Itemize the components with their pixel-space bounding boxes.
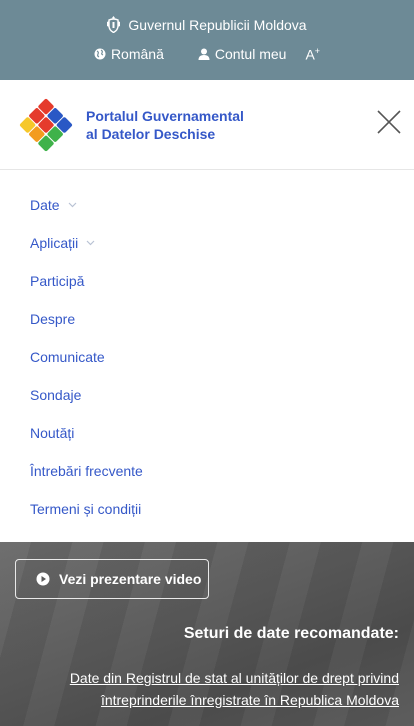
site-title[interactable]: Portalul Guvernamental al Datelor Deschi… bbox=[86, 107, 286, 143]
chevron-down-icon bbox=[86, 240, 95, 246]
main-navigation: Date Aplicații Participă Despre Comunica… bbox=[0, 171, 414, 542]
nav-item-date[interactable]: Date bbox=[30, 197, 77, 213]
font-size-plus: + bbox=[314, 46, 321, 56]
play-icon bbox=[36, 572, 50, 586]
nav-item-label: Noutăți bbox=[30, 425, 75, 441]
nav-item-termeni-si-conditii[interactable]: Termeni și condiții bbox=[30, 501, 141, 517]
government-topbar: Guvernul Republicii Moldova Română Contu… bbox=[0, 0, 414, 80]
featured-dataset-link[interactable]: Date din Registrul de stat al unităților… bbox=[39, 667, 399, 711]
nav-item-label: Participă bbox=[30, 273, 85, 289]
nav-item-sondaje[interactable]: Sondaje bbox=[30, 387, 81, 403]
government-row[interactable]: Guvernul Republicii Moldova bbox=[0, 16, 414, 33]
featured-dataset-link-line1: Date din Registrul de stat al unităților… bbox=[69, 670, 399, 686]
user-icon bbox=[198, 48, 210, 61]
watch-video-label: Vezi prezentare video bbox=[59, 571, 202, 587]
site-header: Portalul Guvernamental al Datelor Deschi… bbox=[0, 80, 414, 170]
nav-item-comunicate[interactable]: Comunicate bbox=[30, 349, 105, 365]
language-selector[interactable]: Română bbox=[94, 46, 164, 62]
moldova-crest-icon bbox=[107, 16, 121, 33]
account-label: Contul meu bbox=[214, 46, 287, 63]
nav-item-label: Comunicate bbox=[30, 349, 105, 365]
nav-item-label: Aplicații bbox=[30, 235, 79, 251]
nav-item-label: Termeni și condiții bbox=[30, 501, 142, 517]
government-label[interactable]: Guvernul Republicii Moldova bbox=[128, 17, 306, 33]
close-icon[interactable] bbox=[376, 109, 402, 135]
site-title-line2: al Datelor Deschise bbox=[86, 126, 216, 142]
featured-dataset-link-line2: întreprinderile înregistrate în Republic… bbox=[100, 692, 399, 708]
globe-icon bbox=[94, 48, 106, 60]
nav-item-despre[interactable]: Despre bbox=[30, 311, 75, 327]
nav-item-label: Despre bbox=[30, 311, 76, 327]
site-title-line1: Portalul Guvernamental bbox=[86, 108, 244, 124]
nav-item-participa[interactable]: Participă bbox=[30, 273, 84, 289]
chevron-down-icon bbox=[68, 202, 77, 208]
font-size-label: A bbox=[305, 46, 315, 63]
watch-video-button[interactable]: Vezi prezentare video bbox=[15, 559, 209, 599]
account-link[interactable]: Contul meu bbox=[198, 46, 287, 63]
nav-item-label: Date bbox=[30, 197, 60, 213]
nav-item-label: Sondaje bbox=[30, 387, 82, 403]
font-size-toggle[interactable]: A+ bbox=[305, 46, 320, 63]
nav-item-noutati[interactable]: Noutăți bbox=[30, 425, 74, 441]
featured-datasets-heading: Seturi de date recomandate: bbox=[183, 625, 399, 642]
language-label: Română bbox=[110, 46, 164, 63]
hero-section: Vezi prezentare video Seturi de date rec… bbox=[0, 542, 414, 726]
nav-item-label: Întrebări frecvente bbox=[30, 463, 143, 479]
rubiks-cube-logo-icon[interactable] bbox=[16, 95, 76, 155]
nav-item-aplicatii[interactable]: Aplicații bbox=[30, 235, 95, 251]
nav-item-intrebari-frecvente[interactable]: Întrebări frecvente bbox=[30, 463, 143, 479]
